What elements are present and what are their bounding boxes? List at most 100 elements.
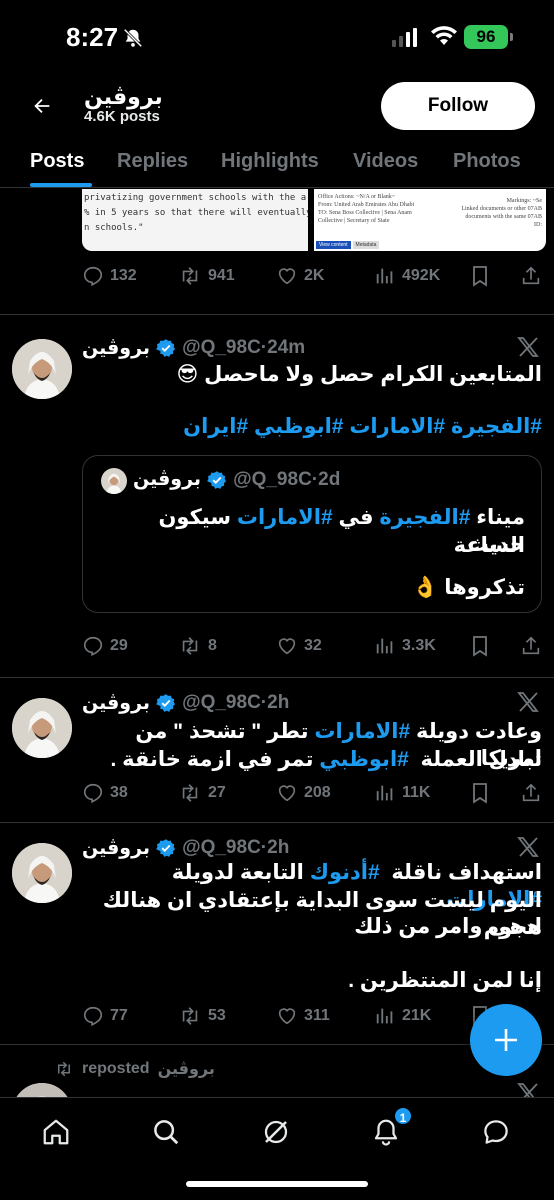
- quote-time: ·2d: [311, 468, 341, 490]
- share-button[interactable]: [520, 635, 542, 657]
- follow-button[interactable]: Follow: [381, 82, 535, 130]
- author-name[interactable]: بروڤين: [82, 692, 150, 715]
- repost-button[interactable]: 8: [178, 635, 217, 657]
- reply-button[interactable]: 132: [82, 265, 137, 287]
- tweet[interactable]: reposted بروڤين: [0, 1044, 554, 1097]
- quote-avatar: [101, 468, 127, 494]
- media-text-line: % in 5 years so that there will eventual…: [84, 208, 308, 218]
- tweet-text: المتابعين الكرام حصل ولا ماحصل 😎: [176, 363, 542, 386]
- repost-button[interactable]: 941: [178, 265, 235, 287]
- profile-name: بروڤين: [84, 84, 163, 109]
- like-button[interactable]: 32: [276, 635, 322, 657]
- bookmark-button[interactable]: [470, 635, 490, 657]
- views-button[interactable]: 492K: [374, 265, 440, 287]
- tweet-hashtags[interactable]: #الفجيرة #الامارات #ابوظبي #ايران: [82, 413, 542, 440]
- author-handle[interactable]: @Q_98C: [182, 337, 261, 359]
- feed[interactable]: privatizing government schools with the …: [0, 189, 554, 1097]
- like-count: 311: [304, 1007, 330, 1024]
- quote-author-row: بروڤين @Q_98C ·2d: [133, 468, 340, 491]
- views-icon: [376, 638, 393, 654]
- like-button[interactable]: 311: [276, 1005, 330, 1027]
- views-count: 21K: [402, 1007, 432, 1024]
- tab-highlights[interactable]: Highlights: [221, 150, 319, 173]
- tab-posts[interactable]: Posts: [30, 150, 84, 173]
- tab-photos[interactable]: Photos: [453, 150, 521, 173]
- bell-slash-icon: [122, 27, 144, 54]
- reply-count: 77: [110, 1007, 128, 1024]
- quote-text-line: تذكروها 👌: [412, 576, 525, 599]
- grok-x-icon[interactable]: [516, 335, 540, 364]
- heart-icon: [278, 785, 296, 802]
- like-count: 208: [304, 784, 331, 801]
- share-button[interactable]: [520, 265, 542, 287]
- home-indicator: [186, 1181, 368, 1187]
- tweet-media-image[interactable]: privatizing government schools with the …: [82, 189, 308, 251]
- doc-tab: View content: [316, 241, 351, 249]
- doc-tab: Metadata: [352, 241, 380, 249]
- battery-indicator: 96: [464, 25, 513, 49]
- cellular-signal-icon: [392, 28, 417, 47]
- avatar[interactable]: [12, 843, 72, 903]
- tweet-time: ·2h: [260, 837, 290, 858]
- repost-button[interactable]: 53: [178, 1005, 226, 1027]
- views-icon: [376, 268, 393, 284]
- nav-search[interactable]: [146, 1112, 186, 1152]
- share-icon: [522, 266, 540, 285]
- repost-author[interactable]: بروڤين: [158, 1059, 215, 1079]
- like-button[interactable]: 208: [276, 782, 331, 804]
- share-button[interactable]: [520, 782, 542, 804]
- views-button[interactable]: 11K: [374, 782, 430, 804]
- tab-replies[interactable]: Replies: [117, 150, 188, 173]
- tweet-time: ·24m: [260, 337, 306, 358]
- message-icon: [484, 1120, 508, 1144]
- nav-home[interactable]: [36, 1112, 76, 1152]
- avatar[interactable]: [12, 1083, 72, 1097]
- search-icon: [154, 1120, 179, 1145]
- reply-button[interactable]: 77: [82, 1005, 128, 1027]
- repost-button[interactable]: 27: [178, 782, 226, 804]
- bookmark-button[interactable]: [470, 265, 490, 287]
- profile-header: بروڤين 4.6K posts Follow: [0, 76, 554, 136]
- tweet-author-row: بروڤين @Q_98C ·2h: [82, 690, 534, 716]
- nav-messages[interactable]: [476, 1112, 516, 1152]
- doc-text-line: Linked documents or other 07AB: [461, 206, 542, 212]
- nav-grok[interactable]: [256, 1112, 296, 1152]
- views-count: 492K: [402, 267, 441, 284]
- like-count: 2K: [304, 267, 325, 284]
- reply-count: 38: [110, 784, 128, 801]
- post-count: 4.6K posts: [84, 108, 160, 125]
- media-text-line: privatizing government schools with the …: [84, 193, 307, 203]
- views-button[interactable]: 3.3K: [374, 635, 436, 657]
- reply-button[interactable]: 38: [82, 782, 128, 804]
- quoted-tweet[interactable]: بروڤين @Q_98C ·2d ميناء #الفجيرة في #الام…: [82, 455, 542, 613]
- tweet-author-row: بروڤين @Q_98C ·24m: [82, 335, 534, 361]
- bookmark-button[interactable]: [470, 782, 490, 804]
- reply-count: 132: [110, 267, 137, 284]
- author-handle[interactable]: @Q_98C: [182, 837, 261, 859]
- tweet-media-document[interactable]: Office Actions: ~N/A or Blank~ From: Uni…: [314, 189, 546, 251]
- notifications-badge: 1: [393, 1106, 413, 1126]
- avatar[interactable]: [12, 698, 72, 758]
- tweet[interactable]: بروڤين @Q_98C ·2h استهداف ناقلة #أدنوك ال…: [0, 822, 554, 1044]
- grok-x-icon[interactable]: [516, 690, 540, 719]
- repost-count: 8: [208, 637, 217, 654]
- bookmark-icon: [473, 266, 487, 287]
- doc-text-line: Markings: ~Se: [506, 198, 542, 204]
- tweet[interactable]: بروڤين @Q_98C ·24m المتابعين الكرام حصل و…: [0, 314, 554, 677]
- author-name[interactable]: بروڤين: [82, 837, 150, 860]
- grok-x-icon[interactable]: [516, 1081, 540, 1097]
- compose-post-button[interactable]: [470, 1004, 542, 1076]
- author-name[interactable]: بروڤين: [82, 337, 150, 360]
- like-count: 32: [304, 637, 322, 654]
- avatar[interactable]: [12, 339, 72, 399]
- tweet[interactable]: بروڤين @Q_98C ·2h وعادت دويلة #الامارات ت…: [0, 677, 554, 822]
- verified-badge-icon: [207, 470, 227, 489]
- reply-button[interactable]: 29: [82, 635, 128, 657]
- author-handle[interactable]: @Q_98C: [182, 692, 261, 714]
- reply-count: 29: [110, 637, 128, 654]
- like-button[interactable]: 2K: [276, 265, 324, 287]
- back-button[interactable]: [20, 84, 64, 128]
- views-button[interactable]: 21K: [374, 1005, 431, 1027]
- verified-badge-icon: [156, 694, 176, 712]
- tab-videos[interactable]: Videos: [353, 150, 418, 173]
